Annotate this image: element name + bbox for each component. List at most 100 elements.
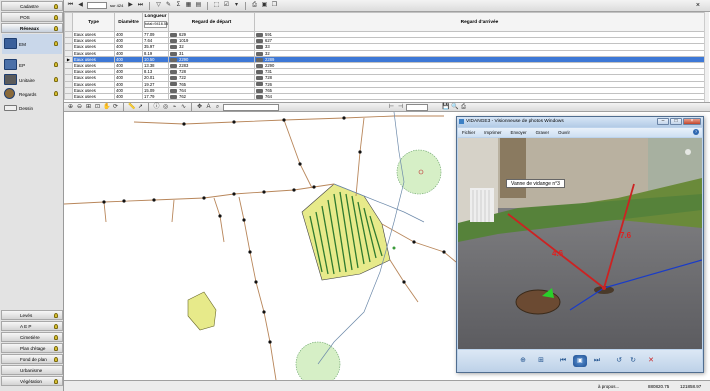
last-record-icon[interactable]: ⏭ (137, 2, 144, 9)
camera-icon[interactable] (256, 63, 263, 68)
bulb-icon[interactable] (54, 4, 58, 9)
camera-icon[interactable] (170, 94, 177, 99)
copy-icon[interactable]: ❐ (271, 2, 278, 9)
zoom-in-icon[interactable]: ⊕ (67, 104, 74, 111)
first-record-icon[interactable]: ⏮ (67, 2, 74, 9)
dropdown-icon[interactable]: ▾ (233, 2, 240, 9)
camera-icon[interactable] (256, 39, 263, 43)
help-icon[interactable]: ? (693, 129, 699, 135)
zoom-window-icon[interactable]: ⊞ (85, 104, 92, 111)
next-record-icon[interactable]: ▶ (127, 2, 134, 9)
print-icon[interactable]: ⎙ (251, 2, 258, 9)
zoom-icon[interactable]: ⊕ (518, 356, 528, 366)
cell-type[interactable]: Eaux usees (72, 92, 115, 101)
columns-icon[interactable]: ▤ (195, 2, 202, 9)
bulb-icon[interactable] (54, 313, 58, 318)
menu-imprimer[interactable]: Imprimer (484, 130, 501, 135)
sidebar-item-fond-de-plan[interactable]: Fond de plan (1, 354, 63, 364)
scale-icon[interactable]: ⊣ (397, 104, 404, 111)
checkbox-icon[interactable]: ☑ (223, 2, 230, 9)
pan-icon[interactable]: ✋ (103, 104, 110, 111)
bulb-icon[interactable] (54, 357, 58, 362)
bulb-icon[interactable] (54, 15, 58, 20)
column-header-longueur[interactable]: Longueur total=9416.55 (142, 12, 169, 32)
sidebar-item-pos[interactable]: POS (1, 12, 63, 22)
select-icon[interactable]: ⬚ (213, 2, 220, 9)
record-number-input[interactable] (87, 2, 107, 9)
column-header-regard-depart[interactable]: Regard de départ (168, 12, 255, 32)
sidebar-item-cadastre[interactable]: Cadastre (1, 1, 63, 11)
menu-graver[interactable]: Graver (536, 130, 549, 135)
close-button[interactable]: × (683, 118, 701, 125)
bulb-icon[interactable] (54, 62, 58, 67)
magnify-icon[interactable]: 🔍 (451, 104, 458, 111)
search-icon[interactable]: ⌕ (214, 104, 221, 111)
column-header-type[interactable]: Type (72, 12, 115, 32)
column-header-diametre[interactable]: Diamètre (114, 12, 143, 32)
camera-icon[interactable] (256, 45, 263, 50)
sidebar-item-leves[interactable]: Levés (1, 310, 63, 320)
sidebar-item-urbanisme[interactable]: Urbanisme (1, 365, 63, 375)
sidebar-item-em[interactable]: EM (2, 34, 62, 54)
snap-icon[interactable]: ⌁ (171, 104, 178, 111)
bulb-icon[interactable] (54, 346, 58, 351)
parcel-polygon[interactable] (187, 291, 217, 331)
cell-diametre[interactable]: 400 (114, 92, 143, 101)
camera-icon[interactable] (170, 32, 177, 37)
sidebar-item-plan-etage[interactable]: Plan d'étage (1, 343, 63, 353)
camera-icon[interactable] (256, 88, 263, 93)
print-map-icon[interactable]: ⎙ (460, 104, 467, 111)
photo-display[interactable]: 4.6 7.6 Vanne de vidange n°3 (458, 138, 702, 349)
table-row[interactable]: Eaux usees 400 17.79 762 764 (64, 92, 705, 101)
label-icon[interactable]: A (205, 104, 212, 111)
camera-icon[interactable] (170, 76, 177, 80)
sidebar-item-reseaux[interactable]: Réseaux (1, 23, 63, 33)
camera-icon[interactable] (170, 70, 177, 74)
camera-icon[interactable] (256, 51, 263, 56)
measure-icon[interactable]: 📏 (128, 104, 135, 111)
info-icon[interactable]: ⓘ (153, 104, 160, 111)
scale-select[interactable] (406, 103, 428, 111)
bulb-icon[interactable] (54, 77, 58, 82)
select-arrow-icon[interactable]: ➚ (137, 104, 144, 111)
bulb-icon[interactable] (54, 335, 58, 340)
camera-icon[interactable] (256, 70, 263, 74)
next-icon[interactable]: ⏭ (592, 356, 602, 366)
slideshow-button[interactable]: ▣ (573, 355, 587, 367)
zoom-extent-icon[interactable]: ⊡ (94, 104, 101, 111)
delete-icon[interactable]: ✕ (646, 356, 656, 366)
previous-record-icon[interactable]: ◀ (77, 2, 84, 9)
sidebar-item-dessin[interactable]: Dessin (2, 98, 62, 118)
camera-icon[interactable] (170, 63, 177, 68)
filter-icon[interactable]: ▽ (155, 2, 162, 9)
camera-icon[interactable] (170, 57, 177, 62)
export-icon[interactable]: ▣ (261, 2, 268, 9)
camera-icon[interactable] (256, 32, 263, 37)
camera-icon[interactable] (256, 76, 263, 80)
table-icon[interactable]: ▦ (185, 2, 192, 9)
sidebar-item-vegetation[interactable]: Végétation (1, 376, 63, 386)
minimize-button[interactable]: – (657, 118, 669, 125)
rotate-right-icon[interactable]: ↻ (628, 356, 638, 366)
sidebar-item-cimetiere[interactable]: Cimetière (1, 332, 63, 342)
bulb-icon[interactable] (54, 91, 58, 96)
ruler-icon[interactable]: ⊢ (388, 104, 395, 111)
camera-icon[interactable] (170, 82, 177, 87)
bulb-icon[interactable] (54, 379, 58, 384)
refresh-icon[interactable]: ⟳ (112, 104, 119, 111)
save-icon[interactable]: 💾 (442, 104, 449, 111)
rotate-left-icon[interactable]: ↺ (614, 356, 624, 366)
edit-icon[interactable]: ✎ (165, 2, 172, 9)
camera-icon[interactable] (170, 45, 177, 50)
previous-icon[interactable]: ⏮ (558, 356, 568, 366)
camera-icon[interactable] (256, 57, 263, 62)
camera-icon[interactable] (170, 39, 177, 43)
viewer-titlebar[interactable]: VIDANGE3 - Visionneuse de photos Windows… (457, 117, 703, 127)
maximize-button[interactable]: □ (670, 118, 682, 125)
buffer-zone[interactable] (295, 341, 341, 380)
bulb-icon[interactable] (54, 41, 58, 46)
column-header-regard-arrivee[interactable]: Regard d'arrivée (254, 12, 705, 32)
camera-icon[interactable] (170, 88, 177, 93)
move-icon[interactable]: ✥ (196, 104, 203, 111)
bulb-icon[interactable] (54, 26, 58, 31)
